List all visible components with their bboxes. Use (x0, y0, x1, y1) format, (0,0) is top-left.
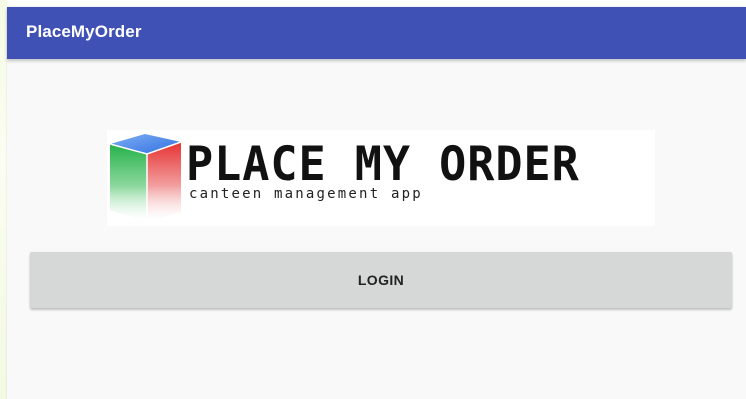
login-button[interactable]: LOGIN (30, 252, 732, 308)
background-edge (0, 0, 7, 399)
screen: PlaceMyOrder PLACE MY ORDER canteen mana… (0, 0, 746, 399)
logo-subtitle: canteen management app (189, 186, 423, 202)
app-title: PlaceMyOrder (26, 22, 142, 41)
app-bar: PlaceMyOrder (7, 7, 746, 59)
app-window: PlaceMyOrder PLACE MY ORDER canteen mana… (7, 7, 746, 399)
cube-logo-icon (109, 134, 182, 222)
login-button-label: LOGIN (357, 272, 405, 288)
logo-banner: PLACE MY ORDER canteen management app (107, 130, 655, 226)
logo-title: PLACE MY ORDER (186, 137, 580, 192)
